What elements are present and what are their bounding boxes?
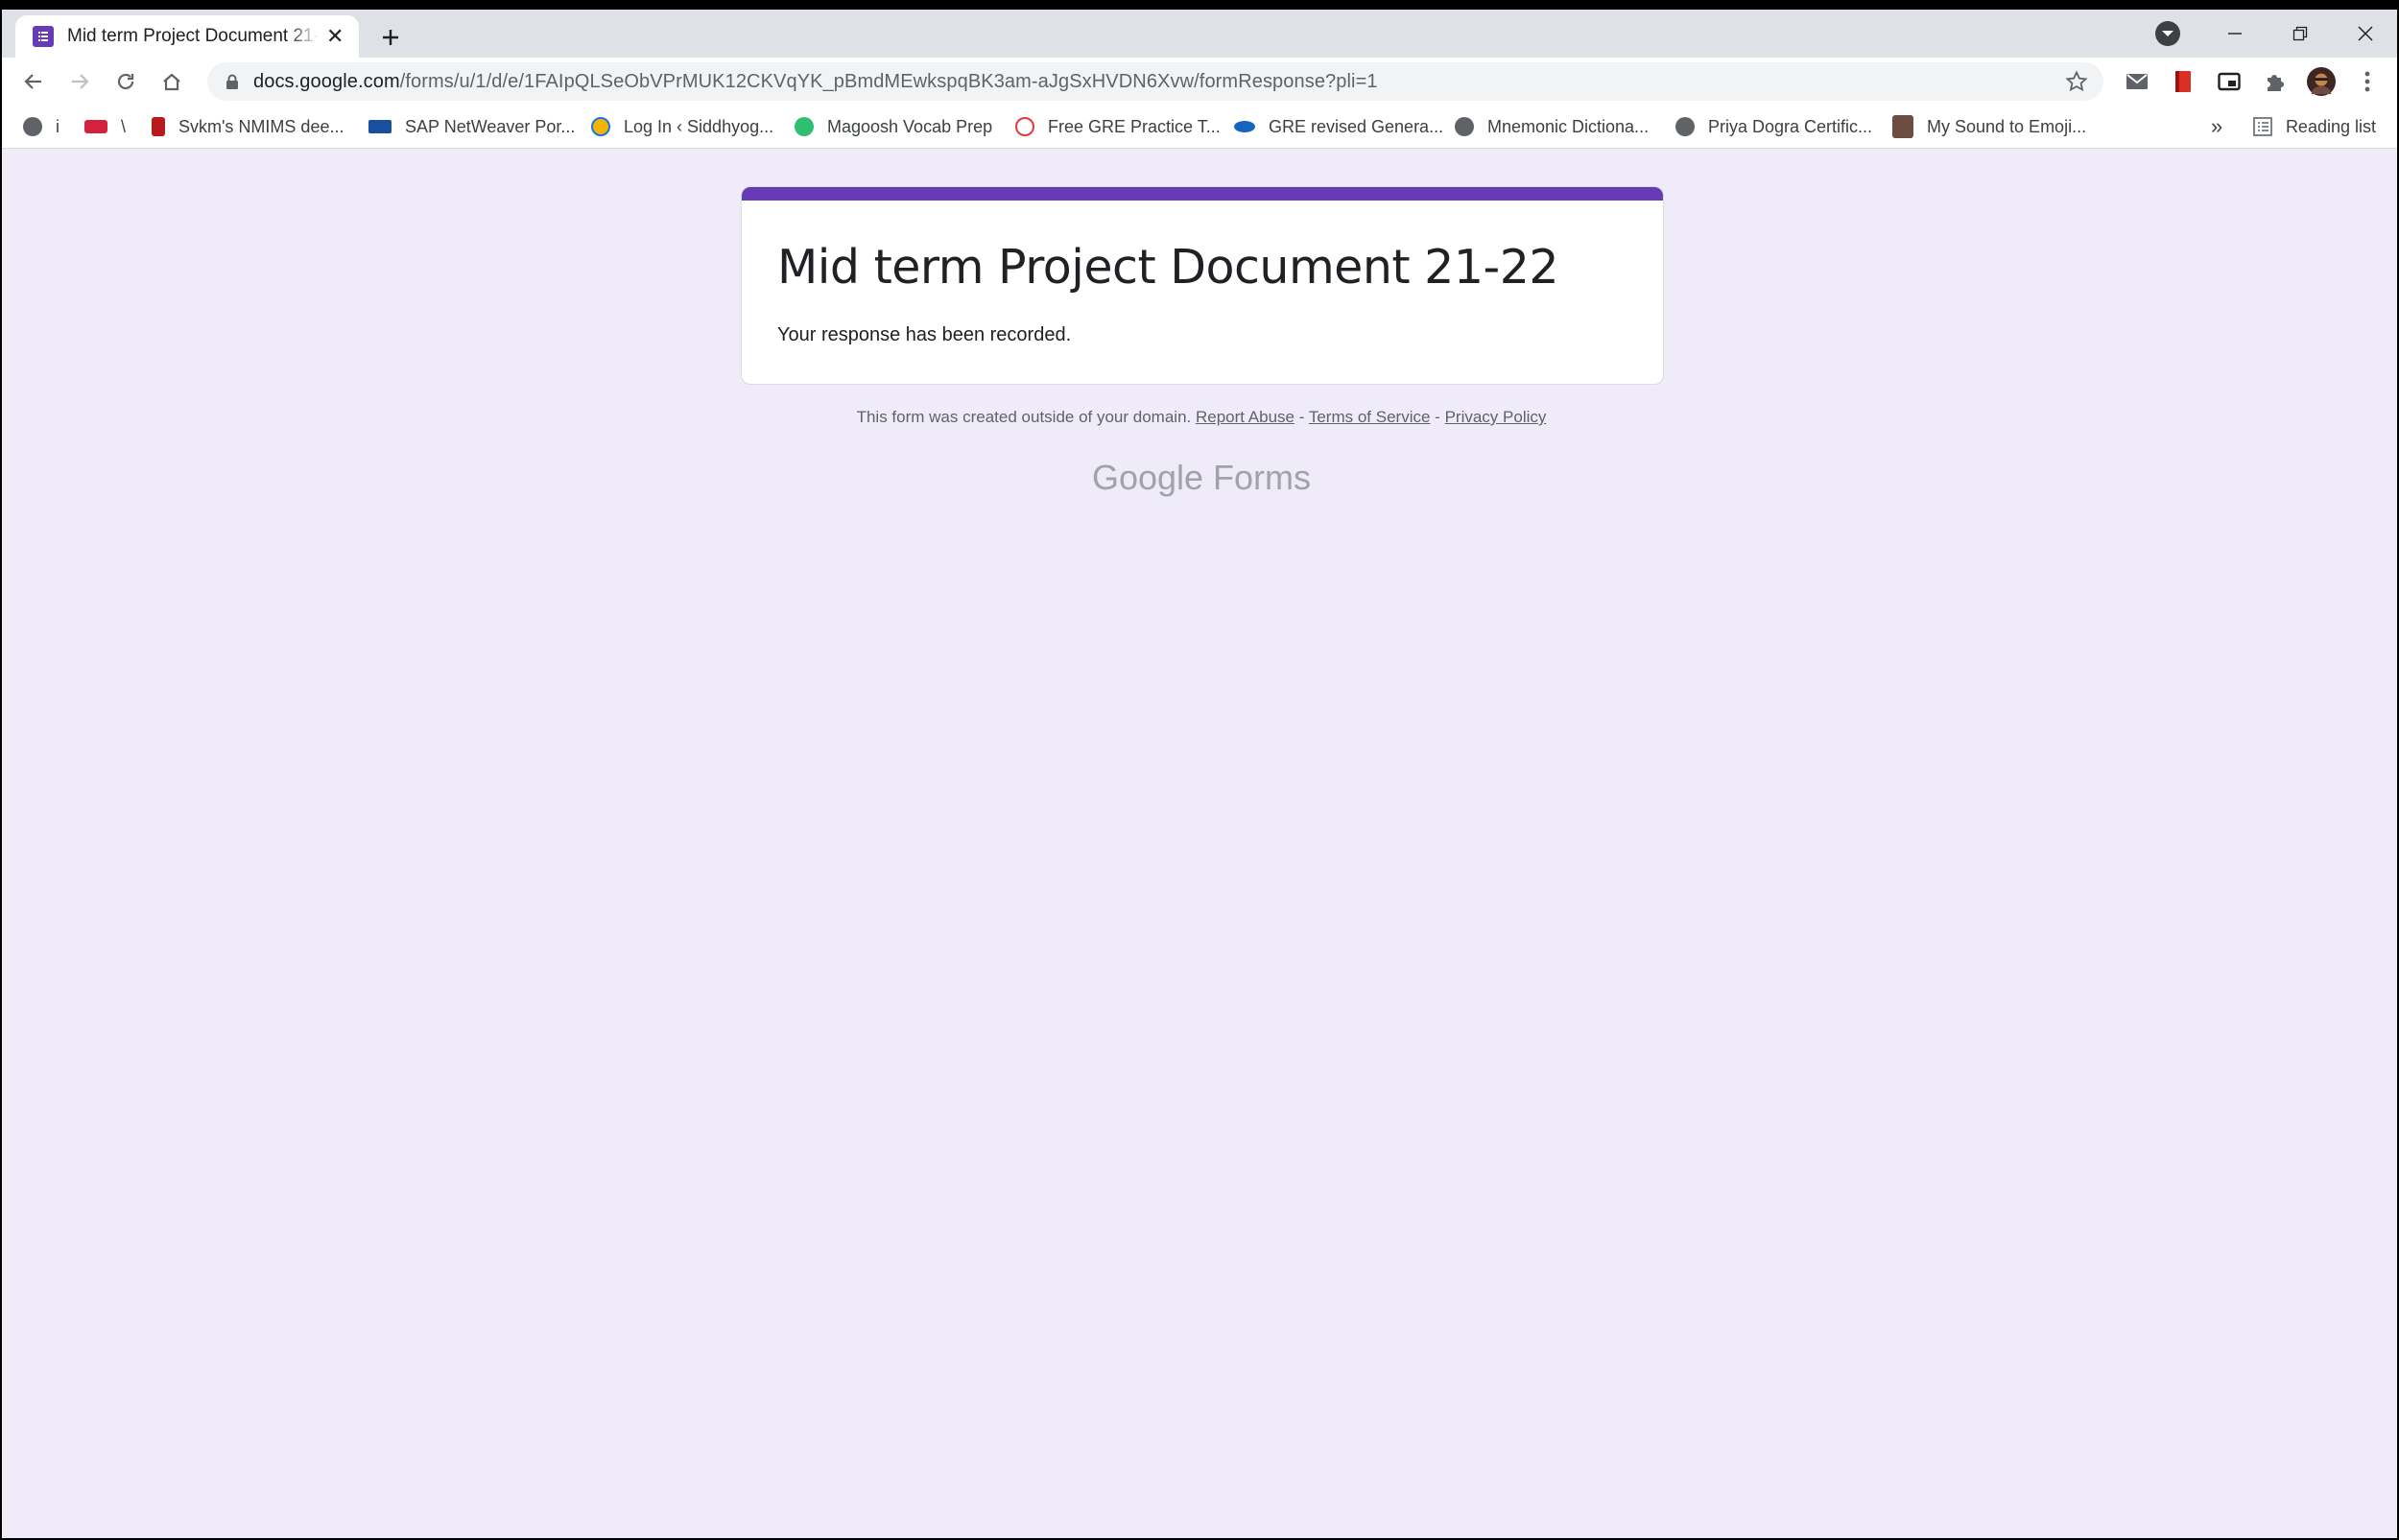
bookmark-label: Priya Dogra Certific... xyxy=(1708,116,1873,136)
bookmark-label: Free GRE Practice T... xyxy=(1048,116,1221,136)
close-window-button[interactable] xyxy=(2341,17,2389,50)
browser-tab-active[interactable]: Mid term Project Document 21-22 ✕ xyxy=(15,15,359,58)
bookmark-label: Log In ‹ Siddhyog... xyxy=(624,116,774,136)
new-tab-button[interactable] xyxy=(376,23,405,52)
restore-icon xyxy=(2292,26,2308,41)
bookmark-label: My Sound to Emoji... xyxy=(1927,116,2087,136)
minimize-icon xyxy=(2228,33,2242,35)
close-icon xyxy=(2358,26,2373,41)
more-vert-icon xyxy=(2364,71,2370,92)
edx-icon xyxy=(84,120,107,133)
bookmark-item[interactable]: Log In ‹ Siddhyog... xyxy=(591,106,773,148)
bookmark-item[interactable]: Priya Dogra Certific... xyxy=(1675,106,1872,148)
bookmark-label: GRE revised Genera... xyxy=(1269,116,1444,136)
double-chevron-right-icon: » xyxy=(2211,114,2223,138)
url-text: docs.google.com/forms/u/1/d/e/1FAIpQLSeO… xyxy=(253,71,1378,93)
form-accent-bar xyxy=(742,187,1663,201)
url-domain: docs.google.com xyxy=(253,70,400,92)
minimize-button[interactable] xyxy=(2211,17,2259,50)
forward-button[interactable] xyxy=(65,67,94,96)
confirmation-message: Your response has been recorded. xyxy=(777,324,1072,345)
bookmark-item[interactable]: SAP NetWeaver Por... xyxy=(368,106,575,148)
extensions-button[interactable] xyxy=(2261,67,2290,96)
home-button[interactable] xyxy=(157,67,186,96)
picture-in-picture-button[interactable] xyxy=(2215,67,2244,96)
bookmark-item[interactable]: \ xyxy=(84,106,126,148)
bookmark-label: Svkm's NMIMS dee... xyxy=(178,116,344,136)
google-forms-icon xyxy=(33,26,54,47)
terms-of-service-link[interactable]: Terms of Service xyxy=(1309,408,1431,426)
sap-icon xyxy=(368,120,392,133)
home-icon xyxy=(163,73,180,91)
bookmark-label: \ xyxy=(121,116,127,136)
gmail-extension-button[interactable] xyxy=(2123,67,2151,96)
reading-list-label: Reading list xyxy=(2285,116,2376,136)
person-icon xyxy=(1892,115,1913,138)
arrow-right-icon xyxy=(72,74,89,89)
browser-window: Mid term Project Document 21-22 ✕ docs.g… xyxy=(2,10,2397,1538)
chevron-down-icon xyxy=(2162,31,2173,36)
restore-button[interactable] xyxy=(2276,17,2324,50)
bookmark-item[interactable]: My Sound to Emoji... xyxy=(1892,106,2086,148)
tab-strip: Mid term Project Document 21-22 ✕ xyxy=(2,10,2397,58)
plus-icon xyxy=(383,30,398,45)
close-tab-icon[interactable]: ✕ xyxy=(326,26,344,47)
ets-icon xyxy=(1234,121,1255,132)
tab-search-button[interactable] xyxy=(2155,21,2180,46)
avatar-icon xyxy=(2307,67,2336,96)
arrow-left-icon xyxy=(24,74,41,89)
separator: - xyxy=(1298,408,1305,426)
form-title: Mid term Project Document 21-22 xyxy=(777,240,1559,295)
bookmarks-overflow-button[interactable]: » xyxy=(2211,106,2222,148)
bookmark-item[interactable]: Free GRE Practice T... xyxy=(1015,106,1221,148)
browser-toolbar: docs.google.com/forms/u/1/d/e/1FAIpQLSeO… xyxy=(2,58,2397,106)
globe-icon xyxy=(23,117,42,136)
tab-title: Mid term Project Document 21-22 xyxy=(67,26,319,46)
url-path: /forms/u/1/d/e/1FAIpQLSeObVPrMUK12CKVqYK… xyxy=(399,70,1378,92)
lock-icon xyxy=(223,72,242,91)
profile-avatar[interactable] xyxy=(2307,67,2336,96)
reload-button[interactable] xyxy=(111,67,140,96)
reading-list-button[interactable]: Reading list xyxy=(2253,106,2376,148)
page-content: Mid term Project Document 21-22 Your res… xyxy=(2,149,2397,1538)
bookmark-label: Magoosh Vocab Prep xyxy=(827,116,993,136)
puzzle-icon xyxy=(2268,75,2284,91)
bookmarks-bar: i \ Svkm's NMIMS dee... SAP NetWeaver Po… xyxy=(2,106,2397,149)
globe-icon xyxy=(1455,117,1474,136)
separator: - xyxy=(1435,408,1440,426)
bookmark-label: i xyxy=(56,116,59,136)
bookmark-label: Mnemonic Dictiona... xyxy=(1487,116,1650,136)
privacy-policy-link[interactable]: Privacy Policy xyxy=(1445,408,1547,426)
form-footer: This form was created outside of your do… xyxy=(2,408,2397,427)
brand-forms: Forms xyxy=(1213,458,1312,497)
bookmark-item[interactable]: Mnemonic Dictiona... xyxy=(1455,106,1649,148)
domain-note: This form was created outside of your do… xyxy=(856,408,1192,426)
bookmark-item[interactable]: Svkm's NMIMS dee... xyxy=(152,106,344,148)
globe-icon xyxy=(1675,117,1695,136)
wordpress-icon xyxy=(591,117,610,136)
back-button[interactable] xyxy=(19,67,48,96)
book-extension-button[interactable] xyxy=(2169,67,2197,96)
brand-google: Google xyxy=(1091,458,1204,497)
address-bar[interactable]: docs.google.com/forms/u/1/d/e/1FAIpQLSeO… xyxy=(207,62,2103,101)
google-forms-logo[interactable]: Google Forms xyxy=(2,458,2397,498)
reading-list-icon xyxy=(2253,117,2272,136)
magoosh-icon xyxy=(795,117,814,136)
gre-practice-icon xyxy=(1015,117,1034,136)
nmims-icon xyxy=(152,117,165,136)
bookmark-item[interactable]: GRE revised Genera... xyxy=(1234,106,1443,148)
bookmark-star-icon[interactable] xyxy=(2065,70,2088,93)
browser-menu-button[interactable] xyxy=(2353,67,2382,96)
mail-icon xyxy=(2126,74,2148,89)
reload-icon xyxy=(117,73,134,90)
report-abuse-link[interactable]: Report Abuse xyxy=(1196,408,1295,426)
book-icon xyxy=(2175,71,2191,92)
form-confirmation-card: Mid term Project Document 21-22 Your res… xyxy=(741,186,1664,385)
bookmark-item[interactable]: Magoosh Vocab Prep xyxy=(795,106,992,148)
bookmark-item[interactable]: i xyxy=(23,106,59,148)
bookmark-label: SAP NetWeaver Por... xyxy=(405,116,576,136)
picture-in-picture-icon xyxy=(2218,72,2241,91)
